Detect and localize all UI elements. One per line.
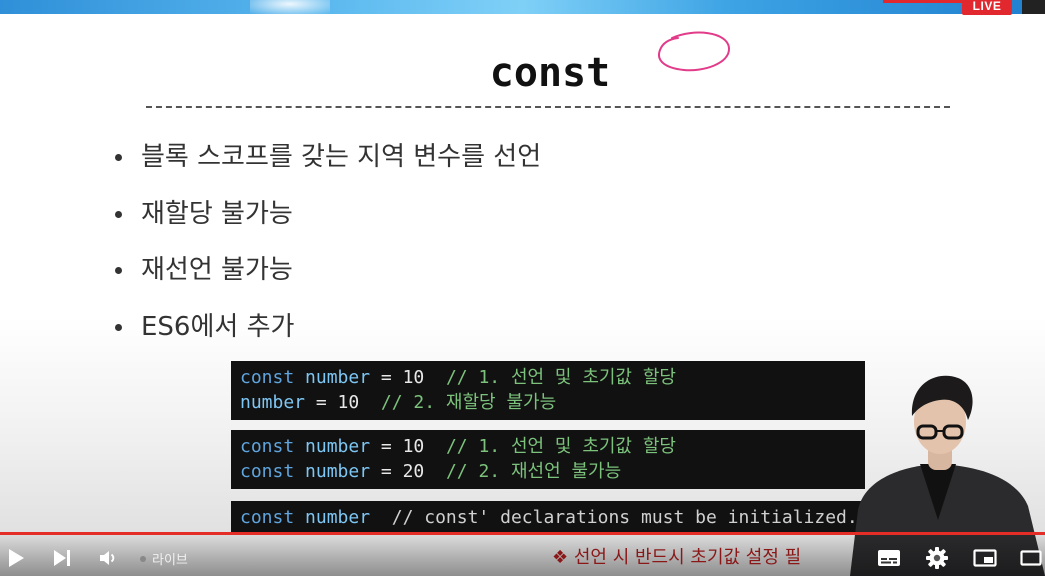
live-indicator-line — [883, 0, 973, 3]
live-label-text: 라이브 — [152, 553, 188, 568]
code-line: const number = 10 // 1. 선언 및 초기값 할당 — [240, 367, 676, 388]
bullet-item: ES6에서 추가 — [115, 308, 541, 365]
play-icon — [9, 549, 24, 567]
subtitles-icon — [878, 550, 900, 566]
code-block-reassign: const number = 10 // 1. 선언 및 초기값 할당 numbe… — [231, 361, 865, 420]
bullet-dot-icon — [115, 323, 122, 331]
bullet-item: 재할당 불가능 — [115, 195, 541, 252]
miniplayer-icon — [973, 549, 997, 567]
code-line: number = 10 // 2. 재할당 불가능 — [240, 392, 557, 413]
settings-button[interactable] — [924, 545, 950, 571]
bullet-dot-icon — [115, 154, 122, 161]
code-block-uninitialized: const number // const' declarations must… — [231, 501, 865, 535]
miniplayer-button[interactable] — [972, 545, 998, 571]
volume-button[interactable] — [96, 545, 120, 571]
bullet-text: 재할당 불가능 — [141, 198, 293, 229]
skip-next-icon — [54, 550, 70, 566]
code-block-redeclare: const number = 10 // 1. 선언 및 초기값 할당 const… — [231, 430, 865, 489]
live-badge: LIVE — [962, 0, 1012, 15]
code-line: const number = 20 // 2. 재선언 불가능 — [240, 461, 622, 482]
theater-mode-icon — [1020, 550, 1042, 566]
bullet-item: 블록 스코프를 갖는 지역 변수를 선언 — [115, 138, 541, 195]
next-button[interactable] — [50, 545, 74, 571]
play-button[interactable] — [4, 545, 28, 571]
slide-title: const — [489, 50, 611, 96]
code-line: const number // const' declarations must… — [240, 507, 858, 528]
bullet-dot-icon — [115, 210, 122, 218]
video-frame[interactable]: LIVE const 블록 스코프를 갖는 지역 변수를 선언 재할당 불가능 … — [0, 0, 1045, 576]
live-dot-icon — [140, 555, 146, 562]
pink-circle-annotation — [658, 31, 731, 72]
gear-icon — [926, 547, 948, 569]
title-divider — [146, 106, 950, 108]
bullet-list: 블록 스코프를 갖는 지역 변수를 선언 재할당 불가능 재선언 불가능 ES6… — [115, 138, 541, 364]
corner-decoration — [1022, 0, 1045, 14]
bullet-text: 재선언 불가능 — [141, 255, 293, 285]
progress-bar[interactable] — [0, 532, 1045, 535]
subtitles-button[interactable] — [876, 545, 902, 571]
bullet-text: 블록 스코프를 갖는 지역 변수를 선언 — [141, 142, 542, 172]
bullet-item: 재선언 불가능 — [115, 251, 541, 308]
volume-icon — [100, 551, 115, 565]
live-status[interactable]: 라이브 — [140, 549, 188, 568]
bullet-text: ES6에서 추가 — [141, 311, 295, 342]
caption-text: ❖ 선언 시 반드시 초기값 설정 필 — [552, 547, 802, 568]
theater-mode-button[interactable] — [1019, 545, 1043, 571]
code-line: const number = 10 // 1. 선언 및 초기값 할당 — [240, 436, 676, 457]
bullet-dot-icon — [115, 267, 122, 274]
